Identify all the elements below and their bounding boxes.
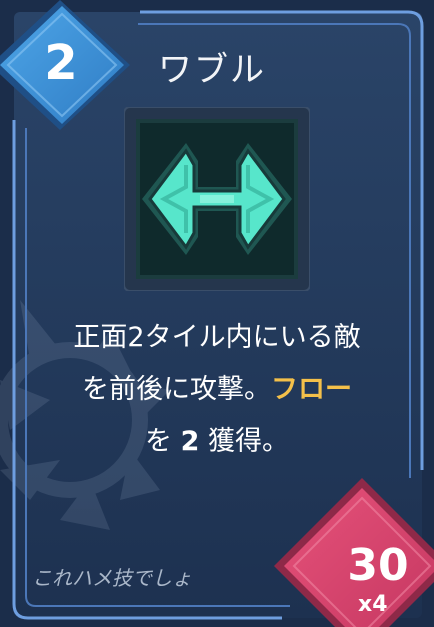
card[interactable]: 2 ワブル 正面2タイル内にいる敵 を前後に攻撃。フロー を 2 獲得。 これハ…: [0, 0, 434, 627]
card-title: ワブル: [158, 50, 266, 90]
description-line-3-pre: を: [145, 426, 181, 457]
card-score: 30: [347, 540, 409, 591]
description-line-1: 正面2タイル内にいる敵: [73, 322, 361, 353]
description-line-3: を 2 獲得。: [30, 416, 404, 468]
card-description: 正面2タイル内にいる敵 を前後に攻撃。フロー を 2 獲得。: [30, 312, 404, 468]
flow-amount: 2: [180, 426, 200, 457]
card-multiplier: x4: [358, 592, 388, 617]
keyword-flow[interactable]: フロー: [271, 374, 352, 405]
description-line-2-text: を前後に攻撃。: [82, 374, 271, 405]
flavor-text: これハメ技でしょ: [32, 566, 192, 590]
card-art: [123, 106, 311, 292]
description-line-2: を前後に攻撃。フロー: [30, 364, 404, 416]
card-cost: 2: [44, 35, 78, 91]
double-arrow-icon: [123, 106, 311, 292]
description-line-3-post: 獲得。: [199, 426, 289, 457]
